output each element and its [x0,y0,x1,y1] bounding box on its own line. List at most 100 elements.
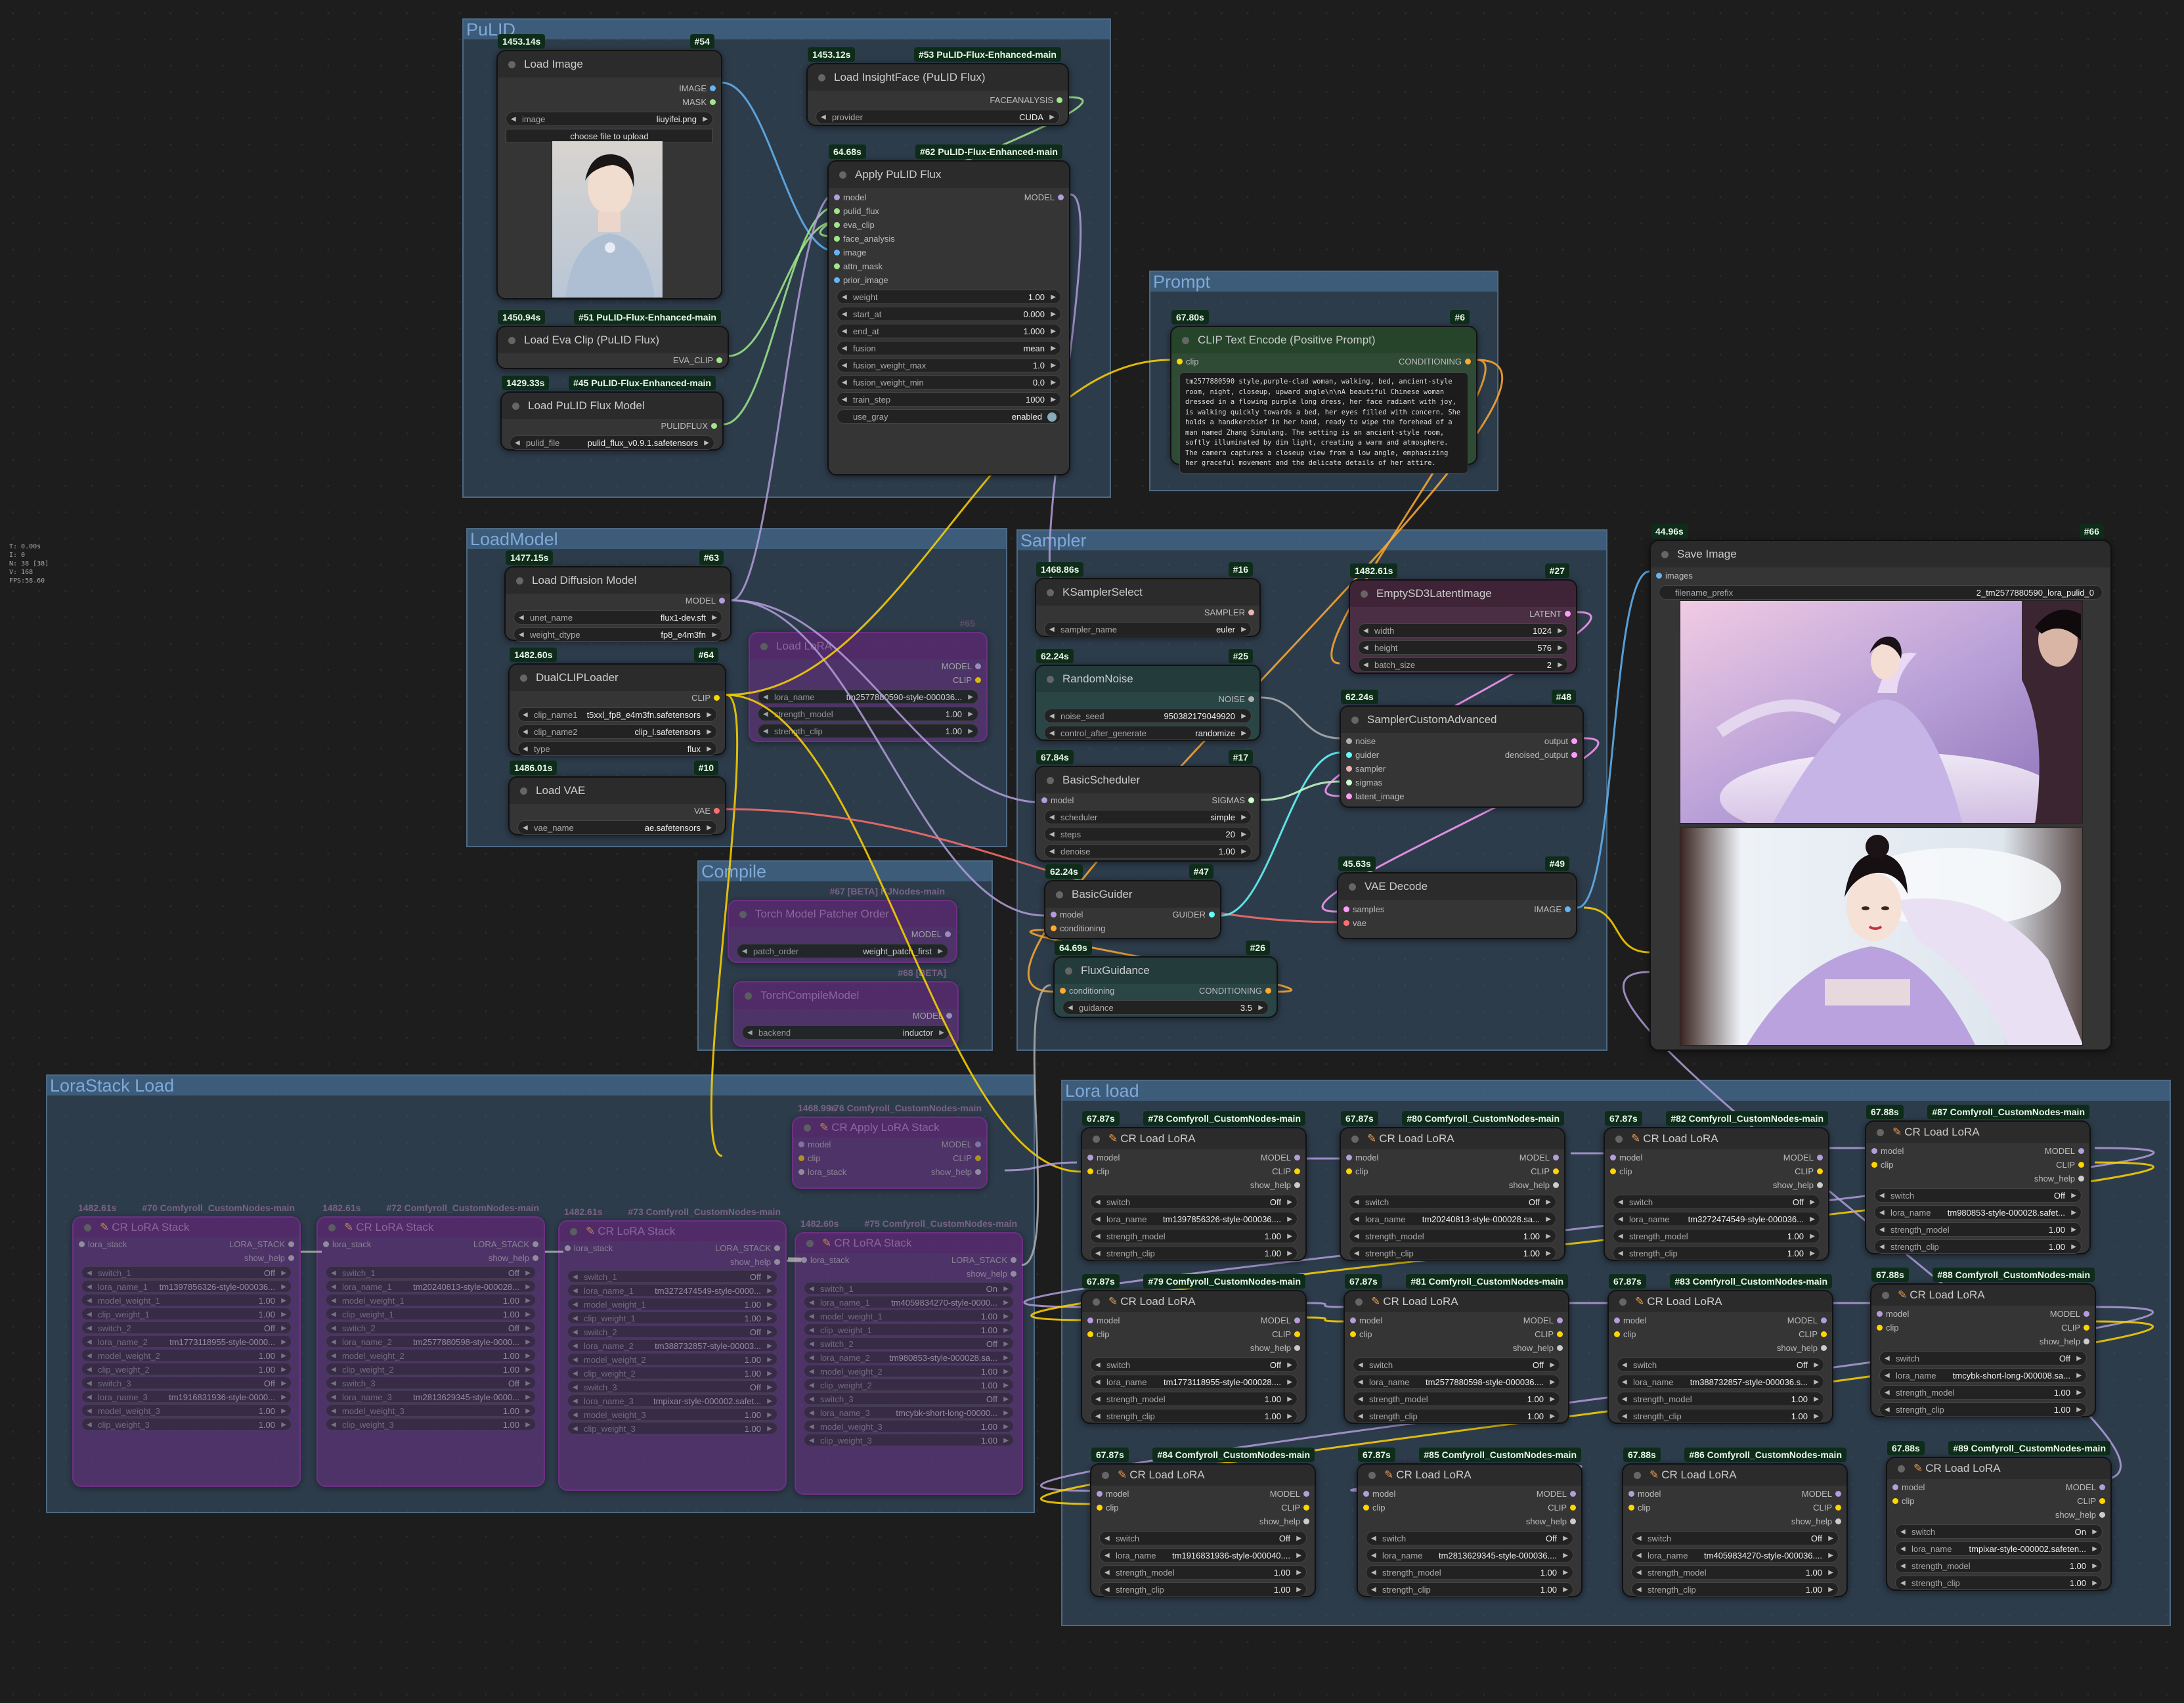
widget-clip-weight-1[interactable]: clip_weight_1 1.00 [804,1323,1014,1336]
node-header[interactable]: ✎ CR LoRA Stack [796,1233,1022,1253]
widget-end-at[interactable]: end_at 1.000 [837,324,1061,338]
switch-select[interactable]: switchOff [1366,1531,1573,1545]
collapse-dot-icon[interactable] [839,171,846,179]
widget-fusion-weight-min[interactable]: fusion_weight_min 0.0 [837,375,1061,389]
widget-lora-name-2[interactable]: lora_name_2 tm388732857-style-00003... [567,1339,777,1352]
collapse-dot-icon[interactable] [760,643,768,650]
widget-vae-name[interactable]: vae_name ae.safetensors [517,820,717,835]
widget-strength-clip[interactable]: strength_clip 1.00 [758,724,978,738]
node-cr-load-lora[interactable]: 67.88s #87 Comfyroll_CustomNodes-main ✎ C… [1865,1105,2091,1254]
node-header[interactable]: ✎ CR Load LoRA [1345,1291,1568,1312]
node-load-vae[interactable]: 1486.01s #10 Load VAE VAE vae_name ae.saf… [508,761,726,835]
widget-lora-name-3[interactable]: lora_name_3 tmcybk-short-long-00000... [804,1406,1014,1419]
output-noise[interactable]: NOISE [1036,692,1259,706]
node-load-pulid-model[interactable]: 1429.33s #45 PuLID-Flux-Enhanced-main Lo… [500,376,724,451]
output-model[interactable]: MODEL [506,594,730,608]
input-model[interactable]: model [1887,1480,2110,1494]
show-help-output[interactable]: show_help [318,1251,544,1265]
strength-model-input[interactable]: strength_model1.00 [1631,1565,1839,1580]
widget-lora-name-1[interactable]: lora_name_1 tm1397856326-style-000036... [81,1280,292,1293]
show-help-output[interactable]: show_help [1236,1515,1315,1528]
node-header[interactable]: BasicGuider [1045,881,1220,908]
collapse-dot-icon[interactable] [84,1224,91,1231]
input-model[interactable]: model [1082,1314,1305,1327]
collapse-dot-icon[interactable] [745,992,752,1000]
node-graph-canvas[interactable]: T: 0.00s I: 0 N: 38 [38] V: 168 FPS:58.6… [0,0,2184,1703]
collapse-dot-icon[interactable] [1102,1472,1109,1479]
strength-clip-input[interactable]: strength_clip1.00 [1874,1239,2082,1254]
widget-switch-2[interactable]: switch_2 Off [804,1337,1014,1350]
show-help-output[interactable]: show_help [559,1255,785,1269]
input-clip[interactable]: clip [1091,1501,1315,1515]
widget-clip-weight-3[interactable]: clip_weight_3 1.00 [81,1418,292,1430]
collapse-dot-icon[interactable] [520,787,527,795]
collapse-dot-icon[interactable] [1056,891,1063,898]
widget-switch-1[interactable]: switch_1 Off [567,1270,777,1283]
node-sampler-custom-advanced[interactable]: 62.24s #48 SamplerCustomAdvanced output … [1340,690,1584,808]
group-title[interactable]: Compile [699,862,992,881]
node-cr-load-lora[interactable]: 67.87s #83 Comfyroll_CustomNodes-main ✎ C… [1607,1274,1833,1424]
lora-name-select[interactable]: lora_nametm2577880598-style-000036.... [1353,1375,1560,1389]
widget-model-weight-3[interactable]: model_weight_3 1.00 [804,1420,1014,1432]
switch-select[interactable]: switchOff [1631,1531,1839,1545]
node-header[interactable]: VAE Decode [1338,874,1576,900]
strength-model-input[interactable]: strength_model1.00 [1617,1392,1824,1406]
widget-model-weight-3[interactable]: model_weight_3 1.00 [567,1408,777,1421]
node-cr-load-lora[interactable]: 67.88s #88 Comfyroll_CustomNodes-main ✎ C… [1870,1268,2096,1417]
show-help-output[interactable]: show_help [1227,1178,1305,1192]
input-clip[interactable]: clip [1358,1501,1581,1515]
widget-switch-1[interactable]: switch_1 Off [81,1266,292,1279]
widget-scheduler[interactable]: scheduler simple [1044,810,1252,824]
switch-select[interactable]: switchOff [1353,1358,1560,1372]
widget-switch-2[interactable]: switch_2 Off [567,1325,777,1338]
collapse-dot-icon[interactable] [1877,1129,1884,1136]
show-help-output[interactable]: show_help [1768,1515,1846,1528]
widget-switch-1[interactable]: switch_1 On [804,1282,1014,1294]
widget-lora-name-1[interactable]: lora_name_1 tm20240813-style-000028... [326,1280,536,1293]
strength-clip-input[interactable]: strength_clip1.00 [1090,1409,1298,1423]
show-help-output[interactable]: show_help [796,1267,1022,1281]
show-help-output[interactable]: show_help [1489,1341,1568,1355]
widget-model-weight-1[interactable]: model_weight_1 1.00 [567,1298,777,1310]
collapse-dot-icon[interactable] [1368,1472,1376,1479]
node-cr-load-lora[interactable]: 67.87s #82 Comfyroll_CustomNodes-main ✎ C… [1604,1111,1829,1261]
widget-fusion[interactable]: fusion mean [837,341,1061,355]
output-image-2[interactable] [1680,828,2083,1046]
show-help-output[interactable]: show_help [1502,1515,1581,1528]
lora-name-select[interactable]: lora_nametm1916831936-style-000040.... [1099,1548,1307,1562]
collapse-dot-icon[interactable] [739,911,747,918]
node-cr-load-lora[interactable]: 67.88s #89 Comfyroll_CustomNodes-main ✎ C… [1886,1441,2112,1591]
lora-name-select[interactable]: lora_nametm388732857-style-000036.s... [1617,1375,1824,1389]
node-clip-text-encode[interactable]: 67.80s #6 CLIP Text Encode (Positive Pro… [1170,310,1477,474]
node-header[interactable]: Load Eva Clip (PuLID Flux) [498,327,728,353]
collapse-dot-icon[interactable] [1882,1292,1889,1299]
node-header[interactable]: ✎ CR LoRA Stack [318,1218,544,1237]
node-header[interactable]: TorchCompileModel [734,983,957,1009]
node-apply-pulid-flux[interactable]: 64.68s #62 PuLID-Flux-Enhanced-main Appl… [827,144,1070,476]
widget-model-weight-1[interactable]: model_weight_1 1.00 [326,1294,536,1306]
widget-height[interactable]: height 576 [1358,640,1568,655]
node-header[interactable]: SamplerCustomAdvanced [1341,707,1583,733]
widget-denoise[interactable]: denoise 1.00 [1044,844,1252,858]
input-pulid-flux[interactable]: pulid_flux [829,204,1069,218]
collapse-dot-icon[interactable] [508,61,515,68]
strength-clip-input[interactable]: strength_clip1.00 [1099,1582,1307,1597]
output-pulidflux[interactable]: PULIDFLUX [502,419,722,433]
switch-select[interactable]: switchOff [1099,1531,1307,1545]
widget-lora-name-3[interactable]: lora_name_3 tm2813629345-style-0000... [326,1390,536,1403]
group-title[interactable]: PuLID [464,20,1110,39]
show-help-output[interactable]: show_help [1753,1341,1832,1355]
input-sigmas[interactable]: sigmas [1341,776,1583,789]
input-model[interactable]: model [829,190,1069,204]
lora-name-select[interactable]: lora_nametm1773118955-style-000028.... [1090,1375,1298,1389]
input-eva-clip[interactable]: eva_clip [829,218,1069,232]
input-model[interactable]: model [1045,908,1220,921]
node-header[interactable]: Load Image [498,51,721,77]
input-clip[interactable]: clip [1082,1164,1305,1178]
node-flux-guidance[interactable]: 64.69s #26 FluxGuidance CONDITIONING con… [1053,940,1278,1018]
collapse-dot-icon[interactable] [1351,717,1359,724]
prompt-textarea[interactable]: tm2577880590 style,purple-clad woman, wa… [1179,372,1468,474]
switch-select[interactable]: switchOff [1617,1358,1824,1372]
node-header[interactable]: Load InsightFace (PuLID Flux) [808,64,1068,91]
node-header[interactable]: ✎ CR Load LoRA [1605,1128,1828,1149]
